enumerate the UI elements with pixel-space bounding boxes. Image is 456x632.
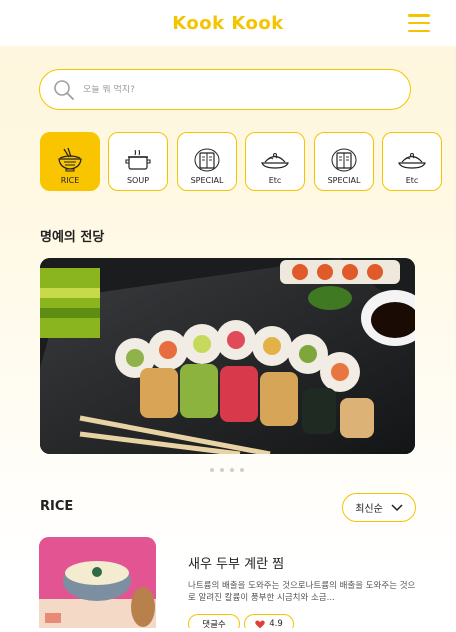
app-header: Kook Kook xyxy=(0,0,456,46)
sushi-photo xyxy=(40,258,415,454)
recipe-card-image[interactable] xyxy=(39,537,156,632)
sort-dropdown[interactable]: 최신순 xyxy=(342,493,416,522)
sort-label: 최신순 xyxy=(355,504,383,515)
page-bottom-edge xyxy=(0,628,456,632)
carousel-dot[interactable] xyxy=(240,468,244,472)
carousel-dots xyxy=(210,468,244,472)
category-label: SPECIAL xyxy=(190,176,224,185)
category-special[interactable]: SPECIAL xyxy=(177,132,237,191)
category-label: RICE xyxy=(60,176,80,185)
covered-dish-icon xyxy=(261,153,289,169)
egg-soup-photo xyxy=(39,537,156,632)
recipe-card-description: 나트륨의 배출을 도와주는 것으로나트륨의 배출을 도와주는 것으로 알려진 칼… xyxy=(188,581,416,603)
recipe-book-icon xyxy=(194,148,220,172)
hall-of-fame-banner[interactable] xyxy=(40,258,415,454)
hall-of-fame-title: 명예의 전당 xyxy=(40,230,105,245)
category-etc[interactable]: Etc xyxy=(245,132,305,191)
category-label: SOUP xyxy=(126,176,150,185)
category-etc[interactable]: Etc xyxy=(382,132,442,191)
recipe-book-icon xyxy=(331,148,357,172)
category-rice[interactable]: RICE xyxy=(40,132,100,191)
category-list: RICE SOUP SPECIAL Etc SPECIAL Etc xyxy=(40,132,456,192)
soup-pot-icon xyxy=(125,149,151,170)
search-input[interactable] xyxy=(83,84,383,95)
search-icon xyxy=(54,79,74,100)
carousel-dot[interactable] xyxy=(210,468,214,472)
carousel-dot[interactable] xyxy=(230,468,234,472)
category-label: Etc xyxy=(268,176,282,185)
rice-section-title: RICE xyxy=(40,499,74,514)
category-label: Etc xyxy=(405,176,419,185)
category-label: SPECIAL xyxy=(327,176,361,185)
search-bar[interactable] xyxy=(39,69,411,110)
rice-bowl-icon xyxy=(58,147,82,172)
hamburger-menu-icon[interactable] xyxy=(408,14,430,32)
app-logo[interactable]: Kook Kook xyxy=(172,13,283,34)
covered-dish-icon xyxy=(398,153,426,169)
category-special[interactable]: SPECIAL xyxy=(314,132,374,191)
chevron-down-icon xyxy=(391,503,403,511)
category-soup[interactable]: SOUP xyxy=(108,132,168,191)
carousel-dot[interactable] xyxy=(220,468,224,472)
recipe-card-title[interactable]: 새우 두부 계란 찜 xyxy=(188,553,284,572)
